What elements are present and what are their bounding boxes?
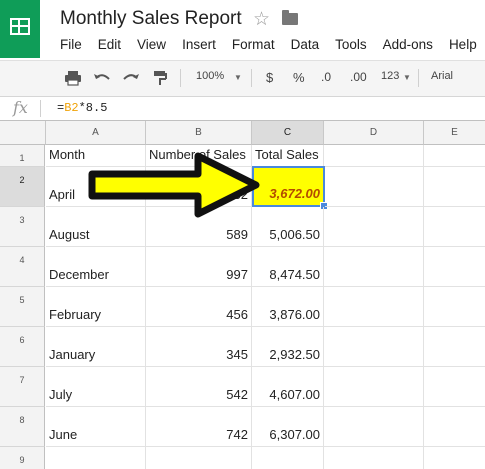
menu-edit[interactable]: Edit	[90, 37, 129, 55]
formula-cell-ref: B2	[64, 101, 79, 115]
cell-a8[interactable]: June	[46, 407, 146, 447]
cell-d4[interactable]	[324, 247, 424, 287]
cell-e8[interactable]	[424, 407, 485, 447]
row-header[interactable]: 4	[0, 247, 45, 287]
column-header-e[interactable]: E	[424, 121, 485, 145]
row-header[interactable]: 6	[0, 327, 45, 367]
toolbar: 100% ▼ $ % .0 .00 123 ▼ Arial	[0, 60, 485, 97]
font-select[interactable]: Arial	[431, 70, 453, 82]
print-icon[interactable]	[64, 70, 82, 86]
zoom-select[interactable]: 100%	[196, 70, 224, 82]
cell-a7[interactable]: July	[46, 367, 146, 407]
annotation-arrow-icon	[88, 152, 260, 218]
row-header[interactable]: 9	[0, 447, 45, 469]
row-header[interactable]: 1	[0, 145, 45, 167]
cell-b9[interactable]	[146, 447, 252, 469]
cell-d3[interactable]	[324, 207, 424, 247]
cell-b4[interactable]: 997	[146, 247, 252, 287]
column-header-a[interactable]: A	[46, 121, 146, 145]
cell-e6[interactable]	[424, 327, 485, 367]
menu-file[interactable]: File	[52, 37, 90, 55]
formula-divider	[40, 100, 41, 117]
cell-d6[interactable]	[324, 327, 424, 367]
decrease-decimals-button[interactable]: .0	[321, 70, 331, 84]
percent-format-button[interactable]: %	[293, 70, 305, 85]
row-header[interactable]: 3	[0, 207, 45, 247]
paint-format-icon[interactable]	[152, 70, 168, 86]
cell-d5[interactable]	[324, 287, 424, 327]
column-header-d[interactable]: D	[324, 121, 424, 145]
menu-view[interactable]: View	[129, 37, 174, 55]
folder-icon[interactable]	[282, 10, 298, 25]
formula-rest: *8.5	[78, 101, 108, 115]
cell-b5[interactable]: 456	[146, 287, 252, 327]
cell-c6[interactable]: 2,932.50	[252, 327, 324, 367]
cell-a6[interactable]: January	[46, 327, 146, 367]
menu-format[interactable]: Format	[224, 37, 283, 55]
cell-a4[interactable]: December	[46, 247, 146, 287]
cell-e4[interactable]	[424, 247, 485, 287]
cell-e3[interactable]	[424, 207, 485, 247]
cell-b7[interactable]: 542	[146, 367, 252, 407]
cell-b6[interactable]: 345	[146, 327, 252, 367]
zoom-chevron-down-icon[interactable]: ▼	[234, 73, 242, 82]
cell-e9[interactable]	[424, 447, 485, 469]
cell-a9[interactable]	[46, 447, 146, 469]
menu-bar: File Edit View Insert Format Data Tools …	[52, 37, 485, 55]
cell-e1[interactable]	[424, 145, 485, 167]
currency-format-button[interactable]: $	[266, 70, 273, 85]
cell-c4[interactable]: 8,474.50	[252, 247, 324, 287]
cell-c8[interactable]: 6,307.00	[252, 407, 324, 447]
redo-icon[interactable]	[122, 72, 140, 84]
sheets-logo-icon[interactable]	[0, 0, 40, 58]
column-header-b[interactable]: B	[146, 121, 252, 145]
cell-c7[interactable]: 4,607.00	[252, 367, 324, 407]
cell-e2[interactable]	[424, 167, 485, 207]
formula-input[interactable]: =B2*8.5	[57, 101, 107, 115]
document-title[interactable]: Monthly Sales Report	[60, 8, 242, 30]
select-all-corner[interactable]	[0, 121, 46, 145]
row-header[interactable]: 8	[0, 407, 45, 447]
column-header-c[interactable]: C	[252, 121, 324, 145]
cell-d7[interactable]	[324, 367, 424, 407]
cell-e5[interactable]	[424, 287, 485, 327]
row-header[interactable]: 5	[0, 287, 45, 327]
cell-d8[interactable]	[324, 407, 424, 447]
menu-tools[interactable]: Tools	[327, 37, 375, 55]
more-formats-chevron-down-icon[interactable]: ▼	[403, 73, 411, 82]
star-icon[interactable]: ☆	[253, 8, 270, 31]
cell-c9[interactable]	[252, 447, 324, 469]
cell-e7[interactable]	[424, 367, 485, 407]
increase-decimals-button[interactable]: .00	[350, 70, 367, 84]
cell-d1[interactable]	[324, 145, 424, 167]
row-header[interactable]: 7	[0, 367, 45, 407]
undo-icon[interactable]	[93, 72, 111, 84]
cell-d9[interactable]	[324, 447, 424, 469]
cell-d2[interactable]	[325, 167, 424, 207]
menu-addons[interactable]: Add-ons	[375, 37, 441, 55]
row-header[interactable]: 2	[0, 167, 45, 207]
menu-insert[interactable]: Insert	[174, 37, 224, 55]
more-formats-button[interactable]: 123	[381, 70, 399, 82]
cell-b8[interactable]: 742	[146, 407, 252, 447]
fx-icon: fx	[13, 98, 28, 117]
cell-a5[interactable]: February	[46, 287, 146, 327]
menu-help[interactable]: Help	[441, 37, 485, 55]
cell-c5[interactable]: 3,876.00	[252, 287, 324, 327]
menu-data[interactable]: Data	[283, 37, 328, 55]
